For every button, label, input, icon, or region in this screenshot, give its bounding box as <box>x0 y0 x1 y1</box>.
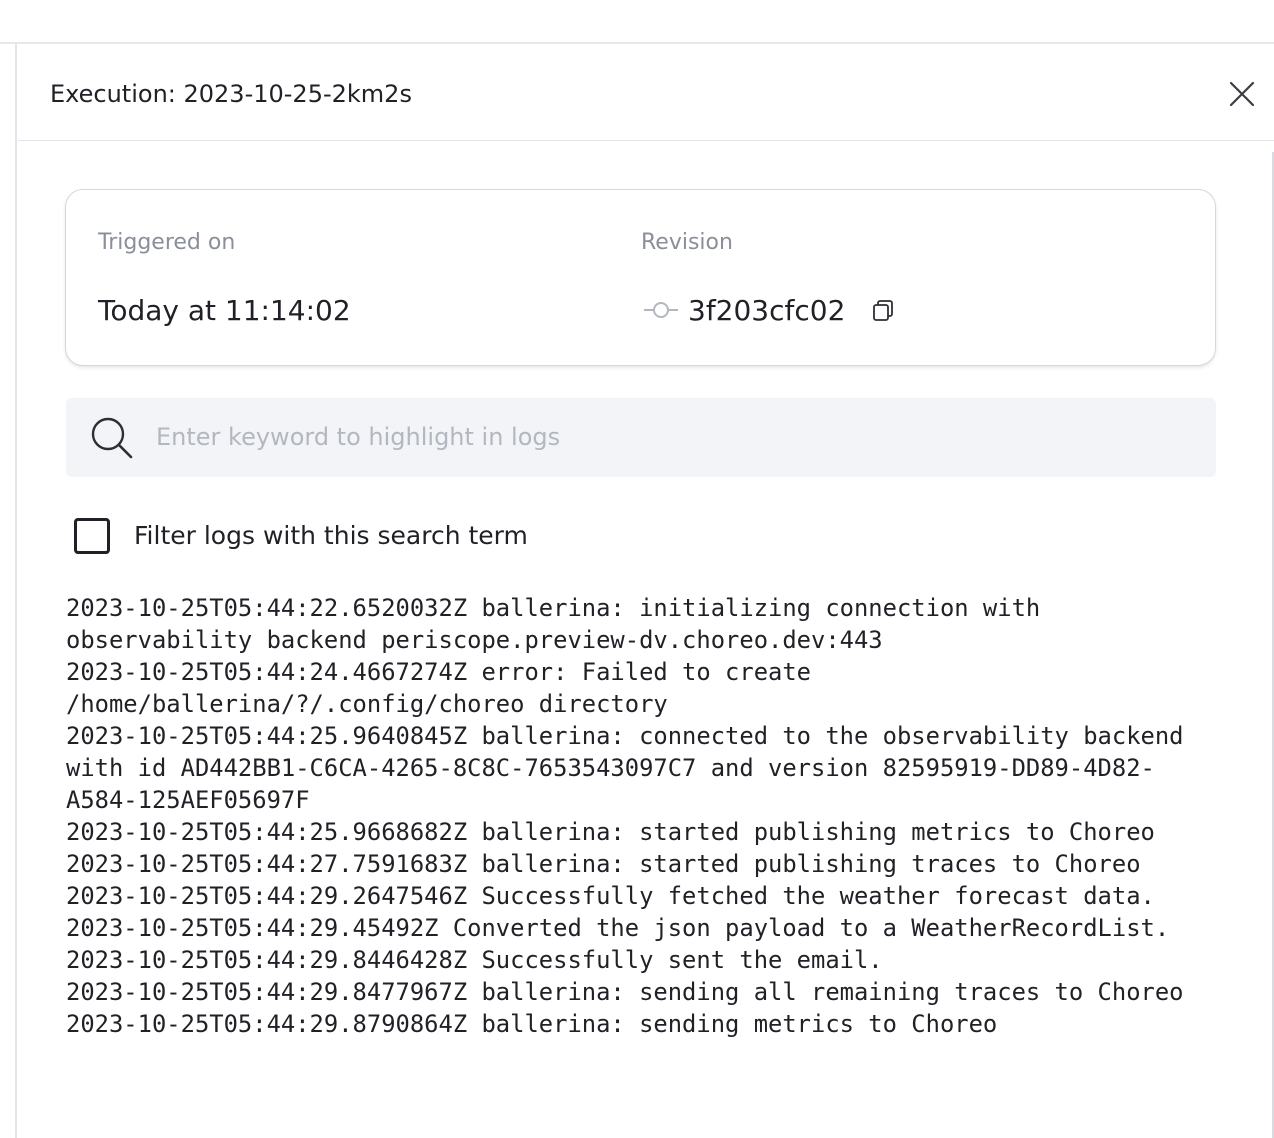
triggered-on-label: Triggered on <box>98 230 236 255</box>
log-search-box <box>66 398 1216 477</box>
filter-logs-label[interactable]: Filter logs with this search term <box>134 520 528 552</box>
execution-info-card: Triggered on Today at 11:14:02 Revision … <box>65 189 1216 366</box>
close-button[interactable] <box>1226 78 1258 110</box>
copy-icon <box>873 300 893 321</box>
log-search-input[interactable] <box>156 417 1186 457</box>
revision-label: Revision <box>641 230 733 255</box>
search-icon <box>91 417 133 459</box>
log-line: 2023-10-25T05:44:27.7591683Z ballerina: … <box>66 850 1141 878</box>
log-line: 2023-10-25T05:44:22.6520032Z ballerina: … <box>66 594 1055 654</box>
panel-header: Execution: 2023-10-25-2km2s <box>18 44 1274 141</box>
log-line: 2023-10-25T05:44:25.9668682Z ballerina: … <box>66 818 1155 846</box>
copy-revision-button[interactable] <box>871 299 895 323</box>
left-sidebar-edge <box>0 44 17 1138</box>
log-line: 2023-10-25T05:44:29.8790864Z ballerina: … <box>66 1010 998 1038</box>
log-output: 2023-10-25T05:44:22.6520032Z ballerina: … <box>66 592 1216 1040</box>
commit-icon <box>644 302 678 318</box>
top-bar <box>0 0 1274 44</box>
triggered-on-value: Today at 11:14:02 <box>98 294 351 327</box>
log-line: 2023-10-25T05:44:29.2647546Z Successfull… <box>66 882 1155 910</box>
log-line: 2023-10-25T05:44:29.45492Z Converted the… <box>66 914 1170 942</box>
log-line: 2023-10-25T05:44:25.9640845Z ballerina: … <box>66 722 1198 814</box>
log-line: 2023-10-25T05:44:29.8477967Z ballerina: … <box>66 978 1184 1006</box>
log-line: 2023-10-25T05:44:24.4667274Z error: Fail… <box>66 658 826 718</box>
revision-value: 3f203cfc02 <box>688 294 846 327</box>
close-icon <box>1229 81 1255 107</box>
execution-details-panel: Execution: 2023-10-25-2km2s Triggered on… <box>18 44 1274 1138</box>
log-line: 2023-10-25T05:44:29.8446428Z Successfull… <box>66 946 883 974</box>
panel-title: Execution: 2023-10-25-2km2s <box>50 80 412 108</box>
filter-logs-checkbox[interactable] <box>74 518 110 554</box>
